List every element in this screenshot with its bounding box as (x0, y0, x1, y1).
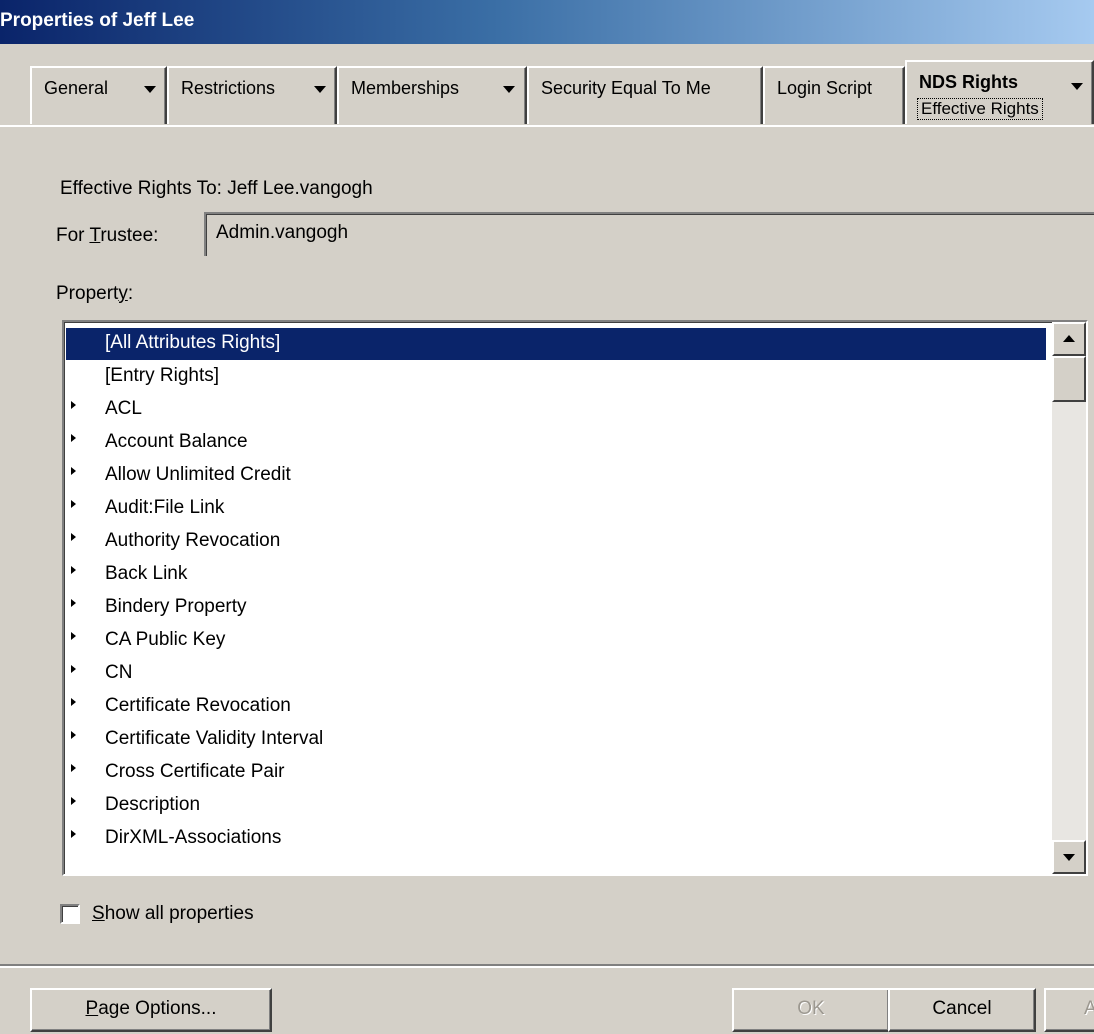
list-item-label: Bindery Property (105, 596, 247, 617)
property-list[interactable]: [All Attributes Rights] [Entry Rights] A… (62, 320, 1088, 876)
ok-button[interactable]: OK (732, 988, 890, 1032)
list-item-label: Account Balance (105, 431, 248, 452)
tab-label: Memberships (351, 78, 460, 98)
list-item-bindery-property[interactable]: Bindery Property (66, 592, 1046, 624)
show-all-properties-checkbox[interactable] (60, 904, 80, 924)
list-item-label: CN (105, 662, 133, 683)
list-item-label: Certificate Validity Interval (105, 728, 324, 749)
tab-label: Restrictions (181, 78, 276, 98)
tab-label: NDS Rights (919, 72, 1018, 92)
trustee-value: Admin.vangogh (216, 222, 349, 243)
list-item-authority-revocation[interactable]: Authority Revocation (66, 526, 1046, 558)
expand-arrow-icon[interactable] (71, 467, 76, 475)
effective-rights-label: Effective Rights To: Jeff Lee.vangogh (60, 178, 373, 199)
trustee-label-prefix: For (56, 225, 90, 246)
list-item-label: [All Attributes Rights] (105, 332, 281, 353)
page-options-button[interactable]: Page Options... (30, 988, 272, 1032)
list-item-all-attributes-rights[interactable]: [All Attributes Rights] (66, 328, 1046, 360)
tab-memberships[interactable]: Memberships (337, 66, 527, 124)
tab-general[interactable]: General (30, 66, 167, 124)
property-label-mnemonic: y (118, 283, 128, 304)
list-item-label: Back Link (105, 563, 188, 584)
expand-arrow-icon[interactable] (71, 797, 76, 805)
tab-label: Security Equal To Me (541, 78, 711, 98)
vertical-scrollbar[interactable] (1052, 322, 1086, 874)
list-item-certificate-validity-interval[interactable]: Certificate Validity Interval (66, 724, 1046, 756)
cancel-button[interactable]: Cancel (888, 988, 1036, 1032)
list-item-cn[interactable]: CN (66, 658, 1046, 690)
list-item-label: Audit:File Link (105, 497, 225, 518)
trustee-field[interactable]: Admin.vangogh (204, 212, 1094, 256)
show-all-properties-label[interactable]: Show all properties (92, 903, 254, 925)
arrow-down-icon (1063, 854, 1075, 861)
expand-arrow-icon[interactable] (71, 533, 76, 541)
list-item-label: CA Public Key (105, 629, 226, 650)
list-item-label: ACL (105, 398, 142, 419)
apply-button[interactable]: A (1044, 988, 1094, 1032)
expand-arrow-icon[interactable] (71, 731, 76, 739)
divider-highlight (0, 966, 1094, 968)
expand-arrow-icon[interactable] (71, 830, 76, 838)
list-item-account-balance[interactable]: Account Balance (66, 427, 1046, 459)
tab-label: General (44, 78, 109, 98)
tab-nds-rights[interactable]: NDS Rights Effective Rights (905, 60, 1094, 124)
expand-arrow-icon[interactable] (71, 698, 76, 706)
list-item-acl[interactable]: ACL (66, 394, 1046, 426)
expand-arrow-icon[interactable] (71, 434, 76, 442)
property-label-suffix: : (127, 283, 134, 304)
expand-arrow-icon[interactable] (71, 599, 76, 607)
list-item-back-link[interactable]: Back Link (66, 559, 1046, 591)
dropdown-arrow-icon[interactable] (503, 86, 515, 93)
list-item-entry-rights[interactable]: [Entry Rights] (66, 361, 1046, 393)
tab-subpage-effective-rights[interactable]: Effective Rights (917, 98, 1043, 120)
expand-arrow-icon[interactable] (71, 566, 76, 574)
dropdown-arrow-icon[interactable] (314, 86, 326, 93)
expand-arrow-icon[interactable] (71, 764, 76, 772)
expand-arrow-icon[interactable] (71, 401, 76, 409)
window-title: Properties of Jeff Lee (0, 10, 195, 31)
expand-arrow-icon[interactable] (71, 632, 76, 640)
tab-login-script[interactable]: Login Script (763, 66, 905, 124)
trustee-label: For Trustee: (56, 225, 158, 247)
trustee-label-rest: rustee: (100, 225, 159, 246)
list-item-allow-unlimited-credit[interactable]: Allow Unlimited Credit (66, 460, 1046, 492)
tab-strip: General Restrictions Memberships Securit… (0, 60, 1094, 130)
expand-arrow-icon[interactable] (71, 665, 76, 673)
tab-security-equal-to-me[interactable]: Security Equal To Me (527, 66, 763, 124)
expand-arrow-icon[interactable] (71, 500, 76, 508)
page-options-rest: age Options... (98, 998, 217, 1019)
list-item-label: [Entry Rights] (105, 365, 220, 386)
list-item-label: Cross Certificate Pair (105, 761, 285, 782)
list-item-label: Allow Unlimited Credit (105, 464, 291, 485)
show-all-rest: how all properties (104, 903, 254, 924)
list-item-label: Authority Revocation (105, 530, 281, 551)
list-item-dirxml-associations[interactable]: DirXML-Associations (66, 823, 1046, 855)
scroll-thumb[interactable] (1052, 356, 1086, 402)
list-item-label: Description (105, 794, 201, 815)
list-item-certificate-revocation[interactable]: Certificate Revocation (66, 691, 1046, 723)
show-all-mnemonic: S (92, 903, 105, 924)
list-item-cross-certificate-pair[interactable]: Cross Certificate Pair (66, 757, 1046, 789)
tab-restrictions[interactable]: Restrictions (167, 66, 337, 124)
page-options-mnemonic: P (85, 998, 99, 1019)
property-label: Property: (56, 283, 133, 305)
list-item-description[interactable]: Description (66, 790, 1046, 822)
property-label-prefix: Propert (56, 283, 119, 304)
list-item-audit-file-link[interactable]: Audit:File Link (66, 493, 1046, 525)
title-bar[interactable]: Properties of Jeff Lee (0, 0, 1094, 44)
dropdown-arrow-icon[interactable] (1071, 83, 1083, 90)
tab-label: Login Script (777, 78, 873, 98)
arrow-up-icon (1063, 335, 1075, 342)
list-item-label: Certificate Revocation (105, 695, 291, 716)
panel-border (0, 125, 1094, 127)
list-item-label: DirXML-Associations (105, 827, 282, 848)
scroll-down-button[interactable] (1052, 840, 1086, 874)
trustee-label-mnemonic: T (89, 225, 101, 246)
dropdown-arrow-icon[interactable] (144, 86, 156, 93)
scroll-up-button[interactable] (1052, 322, 1086, 356)
list-item-ca-public-key[interactable]: CA Public Key (66, 625, 1046, 657)
